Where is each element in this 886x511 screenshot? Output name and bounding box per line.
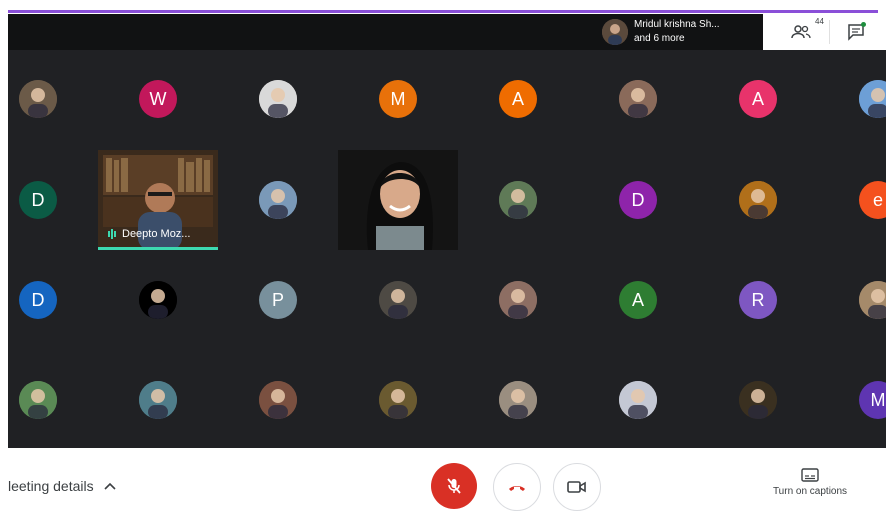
participant-avatar-letter[interactable]: M <box>379 80 417 118</box>
participant-avatar-photo[interactable] <box>259 381 297 419</box>
avatar-photo-icon <box>859 80 886 118</box>
bottom-controls: leeting details Turn on captions <box>0 450 886 511</box>
header-actions: 44 <box>763 14 878 50</box>
participant-avatar-photo[interactable] <box>259 80 297 118</box>
header-divider <box>829 20 830 44</box>
participant-avatar-photo[interactable] <box>859 281 886 319</box>
participant-avatar-photo[interactable] <box>19 381 57 419</box>
avatar-photo-icon <box>139 281 177 319</box>
chevron-up-icon <box>104 482 116 490</box>
participant-avatar-photo[interactable] <box>139 281 177 319</box>
chat-notification-dot <box>861 22 866 27</box>
participant-avatar-letter[interactable]: e <box>859 181 886 219</box>
presenter-more: and 6 more <box>634 33 685 44</box>
participant-avatar-letter[interactable]: D <box>19 281 57 319</box>
participant-avatar-photo[interactable] <box>619 80 657 118</box>
participant-video-deepto[interactable]: Deepto Moz... <box>98 150 218 250</box>
avatar-initial: M <box>390 88 406 109</box>
avatar-photo-icon <box>259 381 297 419</box>
avatar-initial: P <box>271 289 284 310</box>
avatar-initial: D <box>31 289 45 310</box>
avatar-initial: D <box>31 189 45 210</box>
participant-video-2[interactable] <box>338 150 458 250</box>
avatar-initial: e <box>872 189 883 210</box>
captions-label: Turn on captions <box>772 486 848 497</box>
participant-avatar-photo[interactable] <box>259 181 297 219</box>
avatar-initial: R <box>751 289 765 310</box>
camera-toggle-button[interactable] <box>553 463 601 511</box>
participant-grid: W M A A D De D P A R M Deepto Moz... <box>8 50 886 448</box>
top-accent-line <box>8 10 878 13</box>
participant-avatar-letter[interactable]: M <box>859 381 886 419</box>
participant-avatar-photo[interactable] <box>859 80 886 118</box>
participant-name-label: Deepto Moz... <box>108 228 190 240</box>
leave-call-button[interactable] <box>493 463 541 511</box>
avatar-photo-icon <box>259 80 297 118</box>
participant-avatar-photo[interactable] <box>739 181 777 219</box>
meeting-details-label: leeting details <box>8 478 94 494</box>
captions-button[interactable]: Turn on captions <box>760 468 860 497</box>
participant-avatar-photo[interactable] <box>379 281 417 319</box>
participant-avatar-photo[interactable] <box>379 381 417 419</box>
avatar-photo-icon <box>619 381 657 419</box>
people-icon <box>791 25 811 39</box>
avatar-initial: A <box>631 289 644 310</box>
avatar-photo-icon <box>499 181 537 219</box>
participant-avatar-photo[interactable] <box>499 281 537 319</box>
avatar-photo-icon <box>379 381 417 419</box>
mic-off-icon <box>447 478 461 494</box>
participant-avatar-photo[interactable] <box>19 80 57 118</box>
avatar-initial: D <box>631 189 645 210</box>
presenter-avatar <box>602 19 628 45</box>
captions-icon <box>801 468 819 482</box>
avatar-photo-icon <box>499 381 537 419</box>
participant-avatar-letter[interactable]: A <box>739 80 777 118</box>
mic-toggle-button[interactable] <box>431 463 477 509</box>
avatar-photo-icon <box>379 281 417 319</box>
avatar-photo-icon <box>739 381 777 419</box>
participant-avatar-letter[interactable]: W <box>139 80 177 118</box>
people-count: 44 <box>815 17 824 26</box>
speaking-indicator-icon <box>108 229 116 239</box>
avatar-photo-icon <box>19 381 57 419</box>
people-button[interactable]: 44 <box>783 17 824 45</box>
avatar-photo-icon <box>619 80 657 118</box>
avatar-photo-icon <box>499 281 537 319</box>
participant-avatar-letter[interactable]: P <box>259 281 297 319</box>
avatar-photo-icon <box>859 281 886 319</box>
camera-icon <box>567 481 586 493</box>
avatar-photo-icon <box>259 181 297 219</box>
avatar-initial: A <box>511 88 524 109</box>
avatar-initial: W <box>149 88 167 109</box>
participant-avatar-photo[interactable] <box>139 381 177 419</box>
participant-avatar-photo[interactable] <box>739 381 777 419</box>
participant-video-feed <box>338 150 458 250</box>
avatar-photo-icon <box>139 381 177 419</box>
avatar-photo-icon <box>739 181 777 219</box>
participant-avatar-letter[interactable]: D <box>19 181 57 219</box>
avatar-initial: M <box>870 389 886 410</box>
chat-button[interactable] <box>843 19 869 45</box>
hang-up-icon <box>509 486 525 491</box>
meeting-details-toggle[interactable]: leeting details <box>8 478 116 494</box>
presenter-chip[interactable]: Mridul krishna Sh... and 6 more <box>598 14 758 50</box>
avatar-photo-icon <box>19 80 57 118</box>
speaking-highlight-bar <box>98 247 218 250</box>
presenter-name: Mridul krishna Sh... <box>634 19 720 30</box>
avatar-initial: A <box>751 88 764 109</box>
participant-avatar-photo[interactable] <box>499 381 537 419</box>
participant-avatar-letter[interactable]: A <box>499 80 537 118</box>
participant-name: Deepto Moz... <box>122 228 191 240</box>
participant-avatar-photo[interactable] <box>499 181 537 219</box>
participant-avatar-letter[interactable]: D <box>619 181 657 219</box>
participant-avatar-letter[interactable]: R <box>739 281 777 319</box>
participant-avatar-photo[interactable] <box>619 381 657 419</box>
participant-avatar-letter[interactable]: A <box>619 281 657 319</box>
